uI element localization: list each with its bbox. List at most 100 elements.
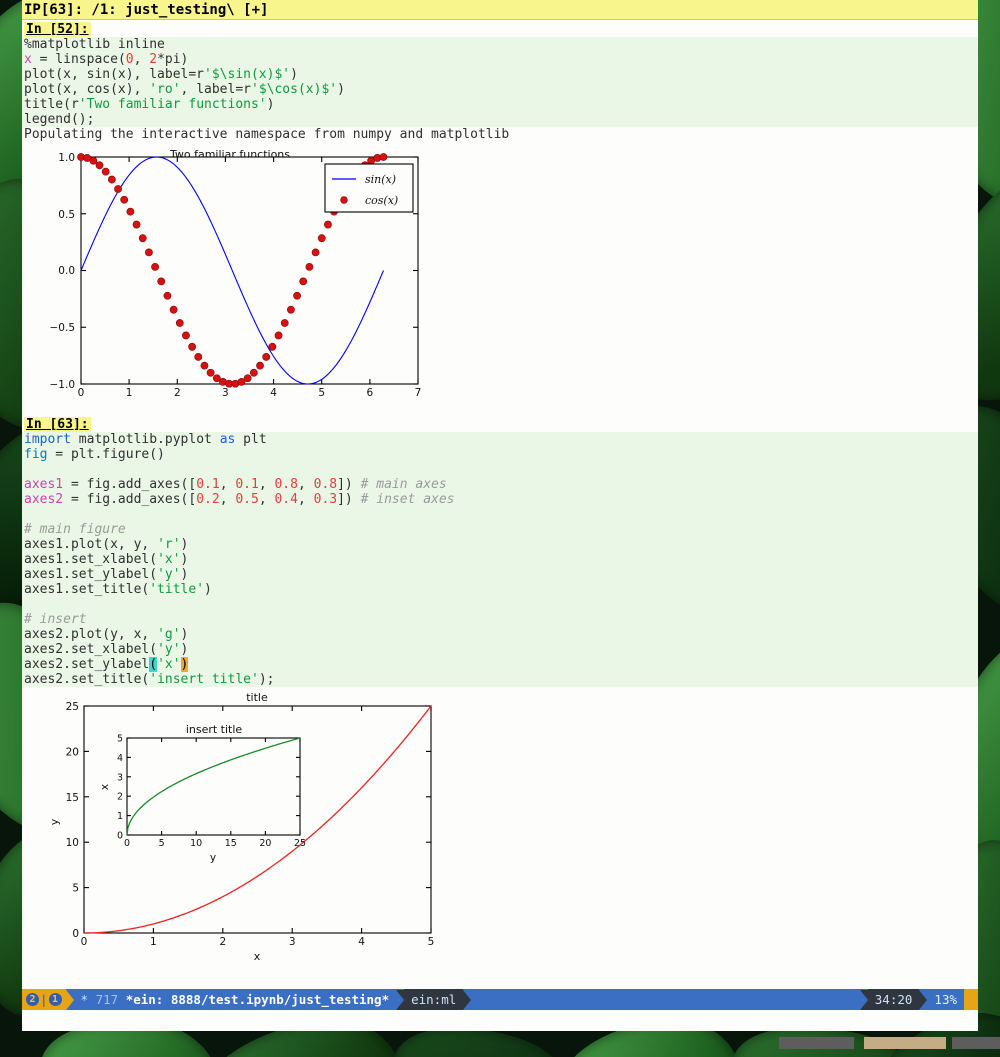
code-line — [22, 462, 978, 477]
cell-gap — [22, 397, 978, 415]
code-line: axes1.set_title('title') — [22, 582, 978, 597]
fig1-cos-point — [201, 362, 208, 369]
code-line: axes2.set_title('insert title'); — [22, 672, 978, 687]
taskbar-item-3[interactable] — [952, 1037, 1000, 1049]
code-line: axes1.plot(x, y, 'r') — [22, 537, 978, 552]
badge-window-count[interactable]: 2 — [26, 993, 39, 1006]
badge-frame-count[interactable]: 1 — [49, 993, 62, 1006]
fig2-xtick: 4 — [358, 936, 365, 948]
fig1-cos-point — [139, 235, 146, 242]
code-line: legend(); — [22, 112, 978, 127]
fig1-xtick: 7 — [415, 387, 422, 397]
fig2-ytick: 25 — [66, 701, 79, 713]
fig1-xtick: 6 — [367, 387, 374, 397]
fig1-cos-point — [275, 332, 282, 339]
modeline-major-mode[interactable]: ein:ml — [404, 989, 463, 1010]
fig1-ytick: 0.5 — [58, 209, 75, 221]
fig1-cos-point — [170, 306, 177, 313]
fig2-xtick: 2 — [219, 936, 226, 948]
modeline-badges[interactable]: 2 | 1 — [22, 989, 66, 1010]
code-line: axes2.plot(y, x, 'g') — [22, 627, 978, 642]
fig1-ytick: −1.0 — [50, 379, 76, 391]
cell-1-input[interactable]: %matplotlib inline x = linspace(0, 2*pi)… — [22, 37, 978, 127]
fig1-xtick: 3 — [222, 387, 229, 397]
fig2-inset-xlabel: y — [210, 852, 216, 864]
modeline-sep-1 — [66, 990, 74, 1010]
screen: IP[63]: /1: just_testing\ [+] In [52]: %… — [0, 0, 1000, 1057]
fig2-xtick: 3 — [289, 936, 296, 948]
fig2-inset-xtick: 10 — [190, 838, 202, 849]
fig2-ytick: 15 — [66, 792, 79, 804]
code-line: title(r'Two familiar functions') — [22, 97, 978, 112]
fig1-cos-point — [182, 332, 189, 339]
fig1-cos-point — [380, 153, 387, 160]
fig1-cos-point — [324, 221, 331, 228]
fig1-cos-point — [244, 375, 251, 382]
fig2-inset-xtick: 15 — [225, 838, 237, 849]
code-line: plot(x, cos(x), 'ro', label=r'$\cos(x)$'… — [22, 82, 978, 97]
fig1-cos-point — [96, 162, 103, 169]
fig1-cos-point — [256, 362, 263, 369]
fig2-xlabel: x — [254, 950, 261, 963]
fig2-inset-title: insert title — [186, 723, 243, 736]
fig2-ytick: 10 — [66, 837, 79, 849]
modeline-buffer-info[interactable]: * 717 *ein: 8888/test.ipynb/just_testing… — [74, 989, 397, 1010]
badge-separator: | — [39, 992, 49, 1007]
buffer-number: 717 — [96, 992, 119, 1007]
fig1-cos-point — [121, 196, 128, 203]
figure-sin-cos: Two familiar functions 1.0 0.5 0.0 −0.5 … — [22, 142, 442, 397]
code-line: # main figure — [22, 522, 978, 537]
code-line — [22, 597, 978, 612]
fig1-cos-point — [269, 343, 276, 350]
code-line: # insert — [22, 612, 978, 627]
cell-2-input[interactable]: import matplotlib.pyplot as plt fig = pl… — [22, 432, 978, 687]
fig1-cos-point — [189, 343, 196, 350]
taskbar-item-1[interactable] — [779, 1037, 854, 1049]
fig1-ytick: 0.0 — [58, 265, 75, 277]
taskbar-item-2[interactable] — [864, 1037, 946, 1049]
fig1-cos-point — [90, 157, 97, 164]
fig1-cos-point — [108, 176, 115, 183]
fig1-cos-point — [176, 319, 183, 326]
fig1-cos-point — [133, 221, 140, 228]
minibuffer[interactable] — [22, 1010, 978, 1031]
fig1-xtick: 2 — [174, 387, 181, 397]
fig1-legend: sin(x) cos(x) — [325, 164, 413, 212]
fig2-inset-ylabel: x — [99, 784, 111, 790]
fig1-xtick: 0 — [78, 387, 85, 397]
modeline-sep-3 — [463, 990, 471, 1010]
notebook-header-line: IP[63]: /1: just_testing\ [+] — [22, 0, 978, 20]
fig1-cos-point — [127, 208, 134, 215]
fig1-cos-point — [164, 292, 171, 299]
fig1-cos-point — [151, 263, 158, 270]
cell-1-prompt-row: In [52]: — [22, 20, 978, 37]
matching-paren-highlight: ) — [181, 657, 189, 672]
fig2-inset-ytick: 1 — [117, 811, 123, 822]
fig2-ytick: 20 — [66, 746, 79, 758]
fig2-inset-ytick: 2 — [117, 792, 123, 803]
fig2-ytick: 0 — [72, 928, 79, 940]
fig2-inset-xtick: 5 — [159, 838, 165, 849]
fig1-cos-point — [287, 306, 294, 313]
code-line: axes1.set_ylabel('y') — [22, 567, 978, 582]
code-line: axes1.set_xlabel('x') — [22, 552, 978, 567]
cell-1-input-prompt[interactable]: In [52]: — [24, 22, 91, 37]
fig1-cos-point — [114, 185, 121, 192]
fig1-ytick: 1.0 — [58, 152, 75, 164]
code-line: import matplotlib.pyplot as plt — [22, 432, 978, 447]
fig2-ytick: 5 — [72, 883, 79, 895]
cell-2-input-prompt[interactable]: In [63]: — [24, 417, 91, 432]
modeline-sep-5 — [919, 990, 927, 1010]
modeline-position: 34:20 — [868, 989, 920, 1010]
cell-1-output-figure: Two familiar functions 1.0 0.5 0.0 −0.5 … — [22, 142, 978, 397]
modeline-sep-4 — [860, 990, 868, 1010]
notebook-buffer[interactable]: In [52]: %matplotlib inline x = linspace… — [22, 20, 978, 1010]
fig2-ylabel: y — [48, 818, 61, 825]
cell-1-output-text: Populating the interactive namespace fro… — [22, 127, 978, 142]
fig1-cos-point — [293, 292, 300, 299]
code-line: %matplotlib inline — [22, 37, 978, 52]
code-line: fig = plt.figure() — [22, 447, 978, 462]
fig2-inset-ytick: 0 — [117, 831, 123, 842]
fig2-xtick: 0 — [81, 936, 88, 948]
fig1-cos-point — [312, 249, 319, 256]
